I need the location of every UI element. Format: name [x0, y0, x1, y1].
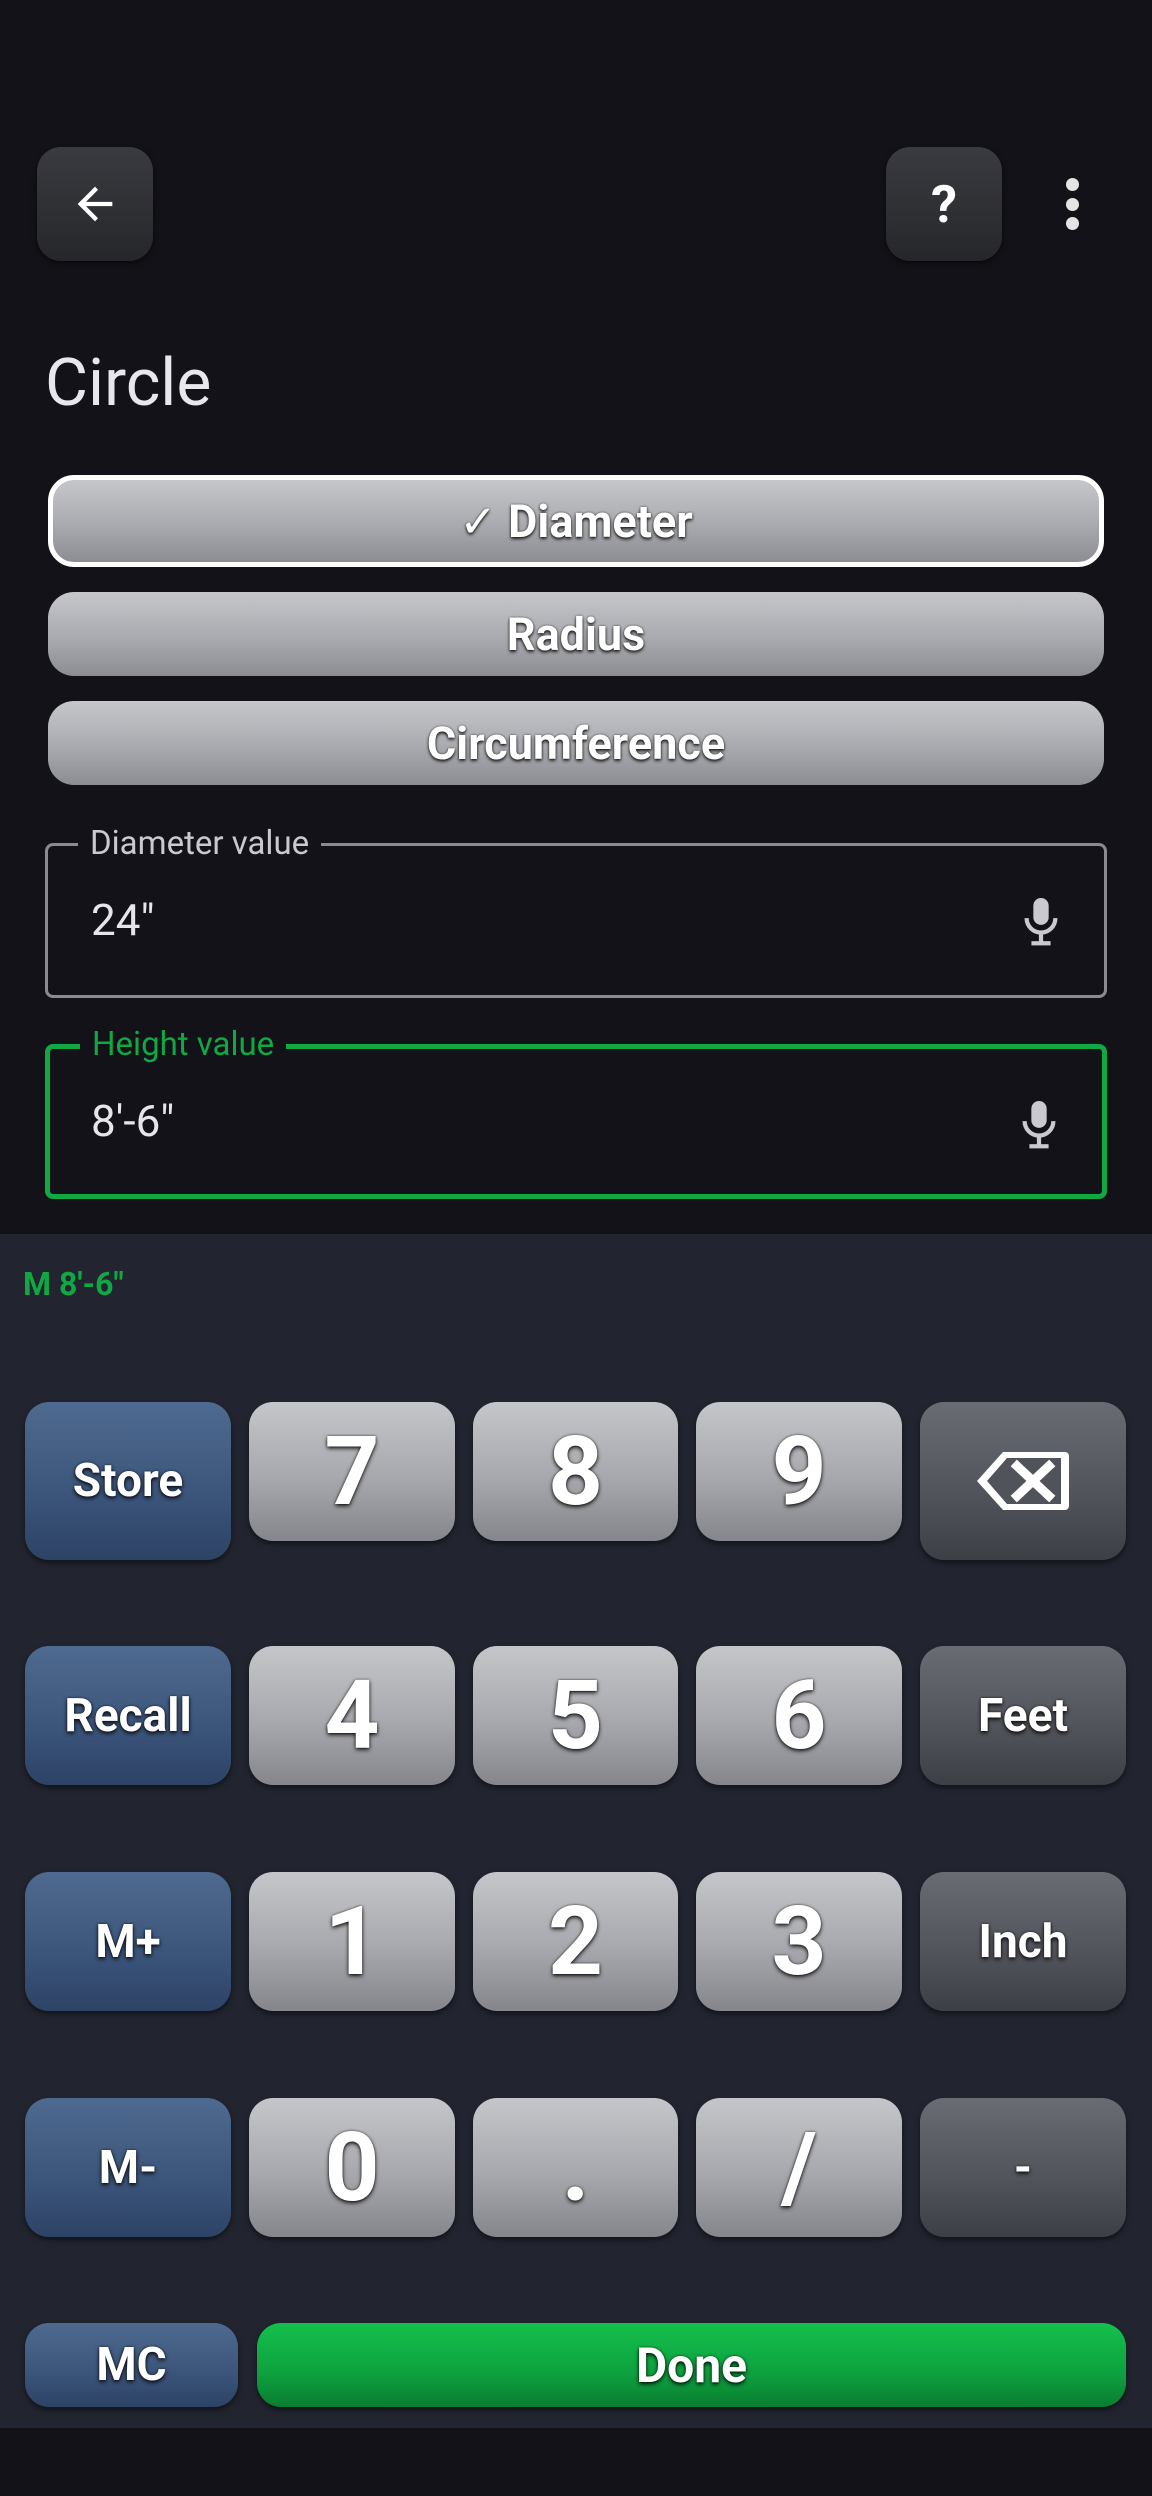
radius-option[interactable]: Radius [48, 592, 1104, 676]
dash-button[interactable]: - [920, 2098, 1126, 2237]
key-8[interactable]: 8 [473, 1402, 678, 1541]
diameter-option[interactable]: ✓ Diameter [48, 475, 1104, 567]
system-navigation-bar [0, 2428, 1152, 2496]
diameter-field-label: Diameter value [78, 824, 322, 864]
microphone-icon[interactable] [1016, 1099, 1062, 1151]
recall-button[interactable]: Recall [25, 1646, 231, 1785]
key-7[interactable]: 7 [249, 1402, 455, 1541]
key-6[interactable]: 6 [696, 1646, 902, 1785]
height-field[interactable]: Height value 8'-6" [45, 1025, 1107, 1199]
inch-button[interactable]: Inch [920, 1872, 1126, 2011]
diameter-field[interactable]: Diameter value 24" [45, 824, 1107, 998]
page-title: Circle [45, 345, 212, 422]
key-3[interactable]: 3 [696, 1872, 902, 2011]
key-1[interactable]: 1 [249, 1872, 455, 2011]
key-2[interactable]: 2 [473, 1872, 678, 2011]
help-button[interactable]: ? [886, 147, 1002, 261]
m-minus-button[interactable]: M- [25, 2098, 231, 2237]
backspace-icon [977, 1452, 1069, 1510]
backspace-button[interactable] [920, 1402, 1126, 1560]
arrow-left-icon [77, 186, 113, 222]
more-vert-icon[interactable] [1052, 178, 1092, 230]
key-decimal[interactable]: . [473, 2098, 678, 2237]
store-button[interactable]: Store [25, 1402, 231, 1560]
back-button[interactable] [37, 147, 153, 261]
circumference-option[interactable]: Circumference [48, 701, 1104, 785]
key-9[interactable]: 9 [696, 1402, 902, 1541]
done-button[interactable]: Done [257, 2323, 1126, 2407]
height-field-value: 8'-6" [91, 1095, 175, 1147]
memory-clear-button[interactable]: MC [25, 2323, 238, 2407]
key-0[interactable]: 0 [249, 2098, 455, 2237]
diameter-field-value: 24" [91, 894, 155, 946]
microphone-icon[interactable] [1018, 896, 1064, 948]
height-field-label: Height value [80, 1025, 287, 1065]
feet-button[interactable]: Feet [920, 1646, 1126, 1785]
m-plus-button[interactable]: M+ [25, 1872, 231, 2011]
key-5[interactable]: 5 [473, 1646, 678, 1785]
help-label: ? [931, 173, 957, 235]
key-4[interactable]: 4 [249, 1646, 455, 1785]
key-fraction[interactable]: / [696, 2098, 902, 2237]
memory-display: M 8'-6" [23, 1265, 124, 1303]
